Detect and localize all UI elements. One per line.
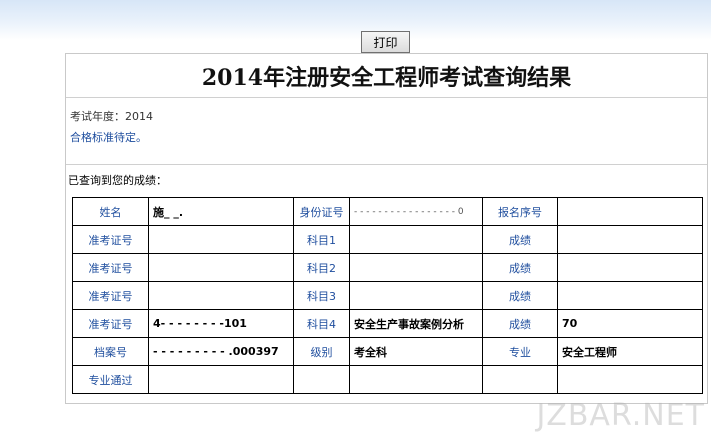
ticket-number-value [148,225,294,254]
exam-year: 考试年度：2014 [70,108,153,124]
print-button[interactable]: 打印 [361,31,410,53]
subject-label: 科目3 [293,281,350,310]
major-label: 专业 [482,337,558,366]
results-panel: 2014年注册安全工程师考试查询结果 考试年度：2014 合格标准待定。 已查询… [65,53,708,404]
score-table: 姓名 施_ _. 身份证号 - - - - - - - - - - - - - … [72,197,703,394]
score-label: 成绩 [482,281,558,310]
ticket-number-label: 准考证号 [72,225,149,254]
file-number-value: - - - - - - - - - .000397 [148,337,294,366]
empty-cell [557,365,703,394]
major-passed-label: 专业通过 [72,365,149,394]
score-value [557,225,703,254]
table-row: 准考证号 4- - - - - - - -101 科目4 安全生产事故案例分析 … [72,309,703,338]
file-number-label: 档案号 [72,337,149,366]
site-watermark: JZBAR.NET [536,398,705,433]
registration-number-label: 报名序号 [482,197,558,226]
header-gradient [0,0,711,40]
page-title: 2014年注册安全工程师考试查询结果 [66,54,707,98]
level-label: 级别 [293,337,350,366]
empty-cell [148,365,294,394]
section-divider [66,164,707,165]
ticket-number-label: 准考证号 [72,281,149,310]
subject-value [349,225,483,254]
score-label: 成绩 [482,225,558,254]
score-value: 70 [557,309,703,338]
table-row: 准考证号 科目2 成绩 [72,253,703,282]
subject-label: 科目4 [293,309,350,338]
score-value [557,253,703,282]
subject-label: 科目2 [293,253,350,282]
level-value: 考全科 [349,337,483,366]
name-value: 施_ _. [148,197,294,226]
subject-value [349,253,483,282]
empty-cell [482,365,558,394]
score-value [557,281,703,310]
subject-label: 科目1 [293,225,350,254]
empty-cell [293,365,350,394]
pass-standard-notice: 合格标准待定。 [70,131,147,144]
subject-value [349,281,483,310]
ticket-number-value [148,281,294,310]
ticket-number-value [148,253,294,282]
registration-number-value [557,197,703,226]
table-row: 准考证号 科目1 成绩 [72,225,703,254]
table-row: 专业通过 [72,365,703,394]
score-label: 成绩 [482,309,558,338]
table-row: 档案号 - - - - - - - - - .000397 级别 考全科 专业 … [72,337,703,366]
ticket-number-label: 准考证号 [72,253,149,282]
results-heading: 已查询到您的成绩： [68,174,167,187]
subject-value: 安全生产事故案例分析 [349,309,483,338]
ticket-number-value: 4- - - - - - - -101 [148,309,294,338]
ticket-number-label: 准考证号 [72,309,149,338]
name-label: 姓名 [72,197,149,226]
score-label: 成绩 [482,253,558,282]
major-value: 安全工程师 [557,337,703,366]
table-row: 姓名 施_ _. 身份证号 - - - - - - - - - - - - - … [72,197,703,226]
empty-cell [349,365,483,394]
exam-year-value: 2014 [125,110,153,123]
table-row: 准考证号 科目3 成绩 [72,281,703,310]
exam-year-label: 考试年度： [70,110,125,123]
id-number-value: - - - - - - - - - - - - - - - - - 0 [349,197,483,226]
id-number-label: 身份证号 [293,197,350,226]
